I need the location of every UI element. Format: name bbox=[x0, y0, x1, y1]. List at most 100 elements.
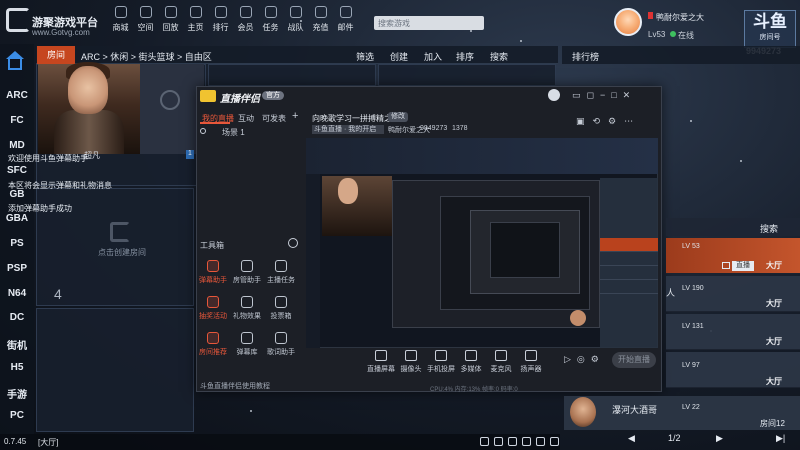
ranking-label[interactable]: 排行榜 bbox=[572, 50, 599, 63]
player-search-button[interactable]: 搜索 bbox=[760, 222, 778, 235]
speaker-button[interactable]: 扬声器 bbox=[514, 350, 548, 374]
home-icon-base[interactable] bbox=[8, 58, 22, 70]
tool-lottery[interactable]: 抽奖活动 bbox=[196, 296, 230, 321]
tutorial-link[interactable]: 斗鱼直播伴侣使用教程 bbox=[200, 381, 270, 391]
eye-icon[interactable] bbox=[200, 128, 206, 134]
source-camera-button[interactable]: 摄像头 bbox=[394, 350, 428, 374]
sidebar-item-gba[interactable]: GBA bbox=[0, 213, 34, 224]
tool-lyrics[interactable]: 歌词助手 bbox=[264, 332, 298, 357]
microphone-icon bbox=[495, 350, 507, 361]
tray-icon[interactable] bbox=[550, 437, 559, 446]
tool-danmaku-library[interactable]: 弹幕库 bbox=[230, 332, 264, 357]
companion-logo-icon bbox=[200, 90, 216, 102]
tab-publish[interactable]: 可发表 bbox=[262, 113, 286, 124]
source-media-button[interactable]: 多媒体 bbox=[454, 350, 488, 374]
stream-settings-icons[interactable]: ▷◎⚙ bbox=[564, 354, 605, 365]
page-next-button[interactable]: ▶ bbox=[716, 433, 723, 444]
sidebar-item-pc[interactable]: PC bbox=[0, 410, 34, 421]
player-avatar bbox=[570, 397, 596, 427]
sidebar-item-mobile[interactable]: 手游 bbox=[0, 386, 34, 401]
filter-button[interactable]: 筛选 bbox=[356, 50, 374, 63]
preview-row bbox=[600, 252, 658, 266]
app-version: 0.7.45 bbox=[4, 437, 27, 446]
sidebar-item-arcade[interactable]: 街机 bbox=[0, 337, 34, 352]
source-phone-button[interactable]: 手机投屏 bbox=[424, 350, 458, 374]
stream-category[interactable]: 斗鱼直播 · 我的开启 bbox=[312, 125, 384, 134]
tray-icon[interactable] bbox=[522, 437, 531, 446]
user-status[interactable]: 在线 bbox=[678, 30, 694, 41]
sort-button[interactable]: 排序 bbox=[456, 50, 474, 63]
topnav-mail[interactable]: 邮件 bbox=[333, 6, 358, 33]
recommend-icon bbox=[207, 332, 219, 344]
add-scene-icon[interactable]: + bbox=[292, 110, 298, 122]
tool-gift-effect[interactable]: 礼物效果 bbox=[230, 296, 264, 321]
tool-vote[interactable]: 投票箱 bbox=[264, 296, 298, 321]
sidebar-item-fc[interactable]: FC bbox=[0, 115, 34, 126]
tab-interact[interactable]: 互动 bbox=[238, 113, 254, 124]
tray-icon[interactable] bbox=[480, 437, 489, 446]
breadcrumb[interactable]: ARC > 休闲 > 街头篮球 > 自由区 bbox=[81, 50, 212, 63]
sidebar-item-h5[interactable]: H5 bbox=[0, 362, 34, 373]
recharge-icon bbox=[314, 6, 327, 18]
scene-item[interactable]: 场景 1 bbox=[222, 127, 245, 138]
media-icon bbox=[465, 350, 477, 361]
official-badge: 官方 bbox=[262, 91, 284, 100]
companion-avatar[interactable] bbox=[548, 89, 560, 101]
topnav-ranking[interactable]: 排行 bbox=[208, 6, 233, 33]
join-button[interactable]: 加入 bbox=[424, 50, 442, 63]
host-face bbox=[68, 66, 108, 114]
tray-icon[interactable] bbox=[494, 437, 503, 446]
stream-room-id: 9949273 bbox=[420, 125, 448, 132]
screen-icon bbox=[375, 350, 387, 361]
topnav-recharge[interactable]: 充值 bbox=[308, 6, 333, 33]
tool-task[interactable]: 主播任务 bbox=[264, 260, 298, 285]
room-card[interactable] bbox=[378, 64, 556, 86]
tray-icon[interactable] bbox=[508, 437, 517, 446]
tab-room[interactable]: 房间 bbox=[37, 46, 75, 64]
sidebar-item-n64[interactable]: N64 bbox=[0, 288, 34, 299]
sidebar-item-ps[interactable]: PS bbox=[0, 238, 34, 249]
topnav-shop[interactable]: 商城 bbox=[108, 6, 133, 33]
topnav-home[interactable]: 主页 bbox=[183, 6, 208, 33]
right-toolbar-icons[interactable]: ▣⟲⚙⋯ bbox=[576, 116, 641, 127]
window-controls[interactable]: ▭◻−□✕ bbox=[572, 90, 636, 101]
microphone-button[interactable]: 麦克风 bbox=[484, 350, 518, 374]
more-icon[interactable] bbox=[288, 238, 298, 248]
start-stream-button[interactable]: 开始直播 bbox=[612, 352, 656, 368]
sidebar-item-dc[interactable]: DC bbox=[0, 312, 34, 323]
create-button[interactable]: 创建 bbox=[390, 50, 408, 63]
topnav-member[interactable]: 会员 bbox=[233, 6, 258, 33]
page-last-button[interactable]: ▶| bbox=[776, 433, 785, 444]
room-card[interactable] bbox=[208, 64, 376, 86]
current-location: [大厅] bbox=[38, 438, 59, 447]
sidebar-item-arc[interactable]: ARC bbox=[0, 90, 34, 101]
page-prev-button[interactable]: ◀ bbox=[628, 433, 635, 444]
player-level: LV 53 bbox=[682, 243, 700, 250]
tool-recommend[interactable]: 房间推荐 bbox=[196, 332, 230, 357]
sidebar-item-psp[interactable]: PSP bbox=[0, 263, 34, 274]
shop-icon bbox=[114, 6, 127, 18]
player-level: LV 131 bbox=[682, 323, 704, 330]
ranking-icon bbox=[214, 6, 227, 18]
empty-seat-person-icon bbox=[160, 90, 180, 110]
replay-icon bbox=[164, 6, 177, 18]
source-screen-button[interactable]: 直播屏幕 bbox=[364, 350, 398, 374]
topnav-task[interactable]: 任务 bbox=[258, 6, 283, 33]
topnav-replay[interactable]: 回放 bbox=[158, 6, 183, 33]
player-room: 房间12 bbox=[760, 419, 785, 428]
user-avatar[interactable] bbox=[614, 8, 642, 36]
search-input[interactable]: 搜索游戏 bbox=[374, 16, 484, 30]
user-name: 鸭耐尔爱之大 bbox=[656, 13, 704, 22]
preview-topbar bbox=[306, 138, 658, 174]
tool-room-manager[interactable]: 房管助手 bbox=[230, 260, 264, 285]
search-button[interactable]: 搜索 bbox=[490, 50, 508, 63]
topnav-team[interactable]: 战队 bbox=[283, 6, 308, 33]
edit-title-button[interactable]: 修改 bbox=[388, 112, 408, 122]
room-card[interactable] bbox=[36, 308, 194, 432]
tool-danmaku[interactable]: 弹幕助手 bbox=[196, 260, 230, 285]
user-level: Lv53 bbox=[648, 30, 666, 39]
create-room-label[interactable]: 点击创建房间 bbox=[98, 247, 146, 258]
tray-icon[interactable] bbox=[536, 437, 545, 446]
room-number-badge: 1 bbox=[186, 150, 194, 159]
topnav-space[interactable]: 空间 bbox=[133, 6, 158, 33]
